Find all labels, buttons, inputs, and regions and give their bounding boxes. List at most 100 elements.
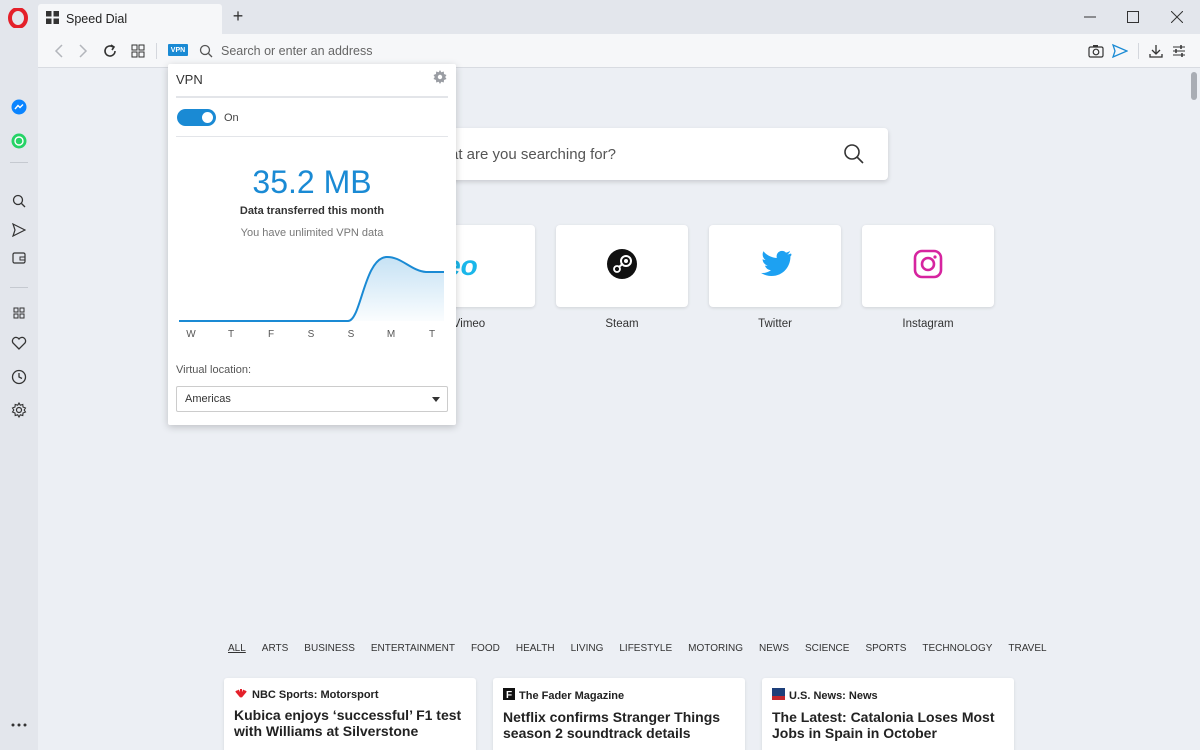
news-source: F The Fader Magazine <box>503 688 735 703</box>
sidebar-divider <box>10 287 28 288</box>
vpn-data-amount: 35.2 MB <box>252 164 372 200</box>
settings-gear-icon[interactable] <box>9 400 29 420</box>
vpn-day-label: S <box>308 329 315 340</box>
category-travel[interactable]: TRAVEL <box>1008 643 1046 654</box>
speed-dial-icon <box>46 11 59 27</box>
scrollbar-thumb[interactable] <box>1191 72 1197 100</box>
vpn-popup: VPN On 35.2 MB Data transferred this mon… <box>168 64 456 425</box>
tab-title: Speed Dial <box>66 12 128 26</box>
opera-logo-icon[interactable] <box>8 7 28 29</box>
vpn-badge-button[interactable]: VPN <box>168 44 188 56</box>
bookmarks-heart-icon[interactable] <box>9 333 29 353</box>
category-news[interactable]: NEWS <box>759 643 789 654</box>
address-input[interactable] <box>221 42 821 60</box>
tile-label-steam: Steam <box>605 318 639 330</box>
vpn-chart-area <box>179 256 444 321</box>
whatsapp-icon[interactable] <box>9 131 29 151</box>
snapshot-camera-icon[interactable] <box>1087 42 1105 60</box>
vpn-location-label: Virtual location: <box>176 364 252 376</box>
twitter-icon <box>758 250 792 283</box>
divider <box>176 96 448 98</box>
title-bar: Speed Dial + <box>0 0 1200 34</box>
tile-label-twitter: Twitter <box>758 318 792 330</box>
vpn-toggle[interactable] <box>177 109 216 126</box>
news-title[interactable]: Kubica enjoys ‘successful’ F1 test with … <box>234 707 466 739</box>
steam-icon <box>606 248 638 285</box>
category-motoring[interactable]: MOTORING <box>688 643 743 654</box>
news-title[interactable]: Netflix confirms Stranger Things season … <box>503 709 735 741</box>
reload-icon[interactable] <box>101 42 119 60</box>
vpn-location-value: Americas <box>185 393 231 405</box>
speed-dial-tile-twitter[interactable] <box>709 225 841 307</box>
search-icon[interactable] <box>842 142 866 166</box>
category-science[interactable]: SCIENCE <box>805 643 849 654</box>
sidebar-divider <box>10 162 28 163</box>
divider <box>1138 43 1139 59</box>
svg-text:F: F <box>506 690 512 700</box>
speed-dial-tile-instagram[interactable] <box>862 225 994 307</box>
vpn-day-label: T <box>228 329 234 340</box>
vpn-unlimited-text: You have unlimited VPN data <box>240 227 384 239</box>
new-tab-button[interactable]: + <box>228 6 248 26</box>
news-card[interactable]: U.S. News: News The Latest: Catalonia Lo… <box>762 678 1014 750</box>
news-title[interactable]: The Latest: Catalonia Loses Most Jobs in… <box>772 709 1004 741</box>
category-entertainment[interactable]: ENTERTAINMENT <box>371 643 455 654</box>
news-source: NBC Sports: Motorsport <box>234 688 466 701</box>
wallet-icon[interactable] <box>9 248 29 268</box>
vpn-settings-gear-icon[interactable] <box>432 69 448 85</box>
sidebar-speed-dial-icon[interactable] <box>9 303 29 323</box>
news-source: U.S. News: News <box>772 688 1004 703</box>
vpn-day-label: M <box>387 329 395 340</box>
category-technology[interactable]: TECHNOLOGY <box>922 643 992 654</box>
more-dots-icon[interactable] <box>9 715 29 735</box>
easy-setup-icon[interactable] <box>1170 42 1188 60</box>
vpn-data-caption: Data transferred this month <box>239 205 385 217</box>
news-source-label: NBC Sports: Motorsport <box>252 688 379 701</box>
forward-icon[interactable] <box>74 42 92 60</box>
minimize-button[interactable] <box>1078 6 1102 28</box>
close-button[interactable] <box>1165 6 1189 28</box>
vpn-day-label: S <box>348 329 355 340</box>
vpn-day-label: F <box>268 329 274 340</box>
back-icon[interactable] <box>50 42 68 60</box>
category-arts[interactable]: ARTS <box>262 643 289 654</box>
news-source-label: U.S. News: News <box>789 689 878 702</box>
vpn-usage-chart: W T F S S M T <box>179 255 444 340</box>
news-card[interactable]: NBC Sports: Motorsport Kubica enjoys ‘su… <box>224 678 476 750</box>
address-bar: VPN <box>38 34 1200 68</box>
vpn-location-select[interactable]: Americas <box>176 386 448 412</box>
scrollbar[interactable] <box>1188 68 1200 750</box>
sidebar-flow-icon[interactable] <box>9 220 29 240</box>
messenger-icon[interactable] <box>9 97 29 117</box>
history-clock-icon[interactable] <box>9 367 29 387</box>
sidebar-search-icon[interactable] <box>9 191 29 211</box>
category-living[interactable]: LIVING <box>571 643 604 654</box>
divider <box>156 43 157 59</box>
speed-dial-tile-steam[interactable] <box>556 225 688 307</box>
nbc-peacock-icon <box>234 688 248 701</box>
maximize-button[interactable] <box>1121 6 1145 28</box>
speed-dial-grid-icon[interactable] <box>129 42 147 60</box>
search-placeholder: at are you searching for? <box>450 146 616 163</box>
category-lifestyle[interactable]: LIFESTYLE <box>619 643 672 654</box>
category-all[interactable]: ALL <box>228 643 246 654</box>
download-icon[interactable] <box>1147 42 1165 60</box>
tab-speed-dial[interactable]: Speed Dial <box>38 4 222 34</box>
news-card[interactable]: F The Fader Magazine Netflix confirms St… <box>493 678 745 750</box>
category-business[interactable]: BUSINESS <box>304 643 355 654</box>
category-food[interactable]: FOOD <box>471 643 500 654</box>
vpn-day-label: T <box>429 329 435 340</box>
divider <box>176 136 448 137</box>
news-source-label: The Fader Magazine <box>519 689 625 702</box>
toggle-knob <box>202 112 213 123</box>
chevron-down-icon <box>432 397 440 402</box>
category-sports[interactable]: SPORTS <box>865 643 906 654</box>
search-icon <box>197 42 215 60</box>
fader-f-icon: F <box>503 688 515 703</box>
category-health[interactable]: HEALTH <box>516 643 555 654</box>
vpn-title: VPN <box>176 72 203 87</box>
usn-icon <box>772 688 785 703</box>
flow-send-icon[interactable] <box>1111 42 1129 60</box>
vpn-day-label: W <box>186 329 196 340</box>
tile-label-instagram: Instagram <box>902 318 954 330</box>
